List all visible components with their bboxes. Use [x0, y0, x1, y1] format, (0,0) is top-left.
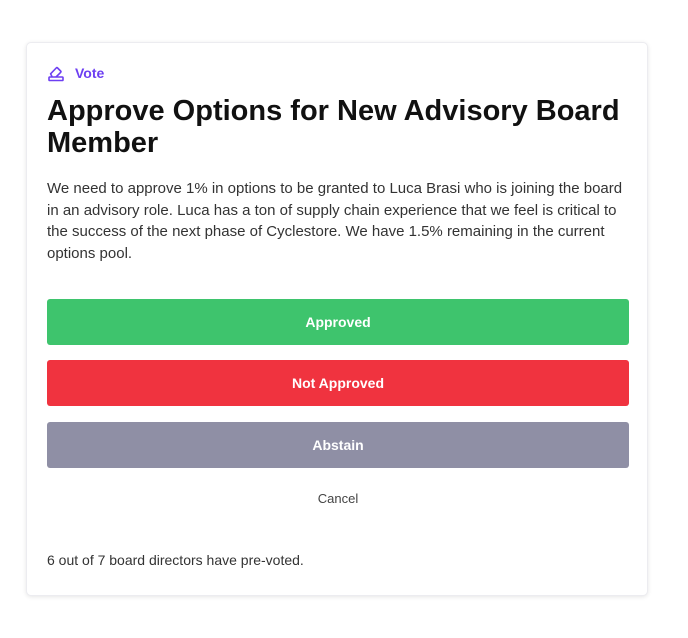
vote-box-icon: [47, 64, 65, 82]
vote-tag: Vote: [47, 63, 104, 83]
cancel-link[interactable]: Cancel: [47, 491, 629, 506]
prevote-status: 6 out of 7 board directors have pre-vote…: [47, 552, 304, 568]
abstain-button[interactable]: Abstain: [47, 422, 629, 468]
proposal-description: We need to approve 1% in options to be g…: [47, 180, 623, 262]
vote-card: Vote Approve Options for New Advisory Bo…: [26, 42, 648, 596]
page-title: Approve Options for New Advisory Board M…: [47, 95, 620, 159]
approved-button[interactable]: Approved: [47, 299, 629, 345]
vote-tag-label: Vote: [75, 65, 105, 81]
not-approved-button[interactable]: Not Approved: [47, 360, 629, 406]
